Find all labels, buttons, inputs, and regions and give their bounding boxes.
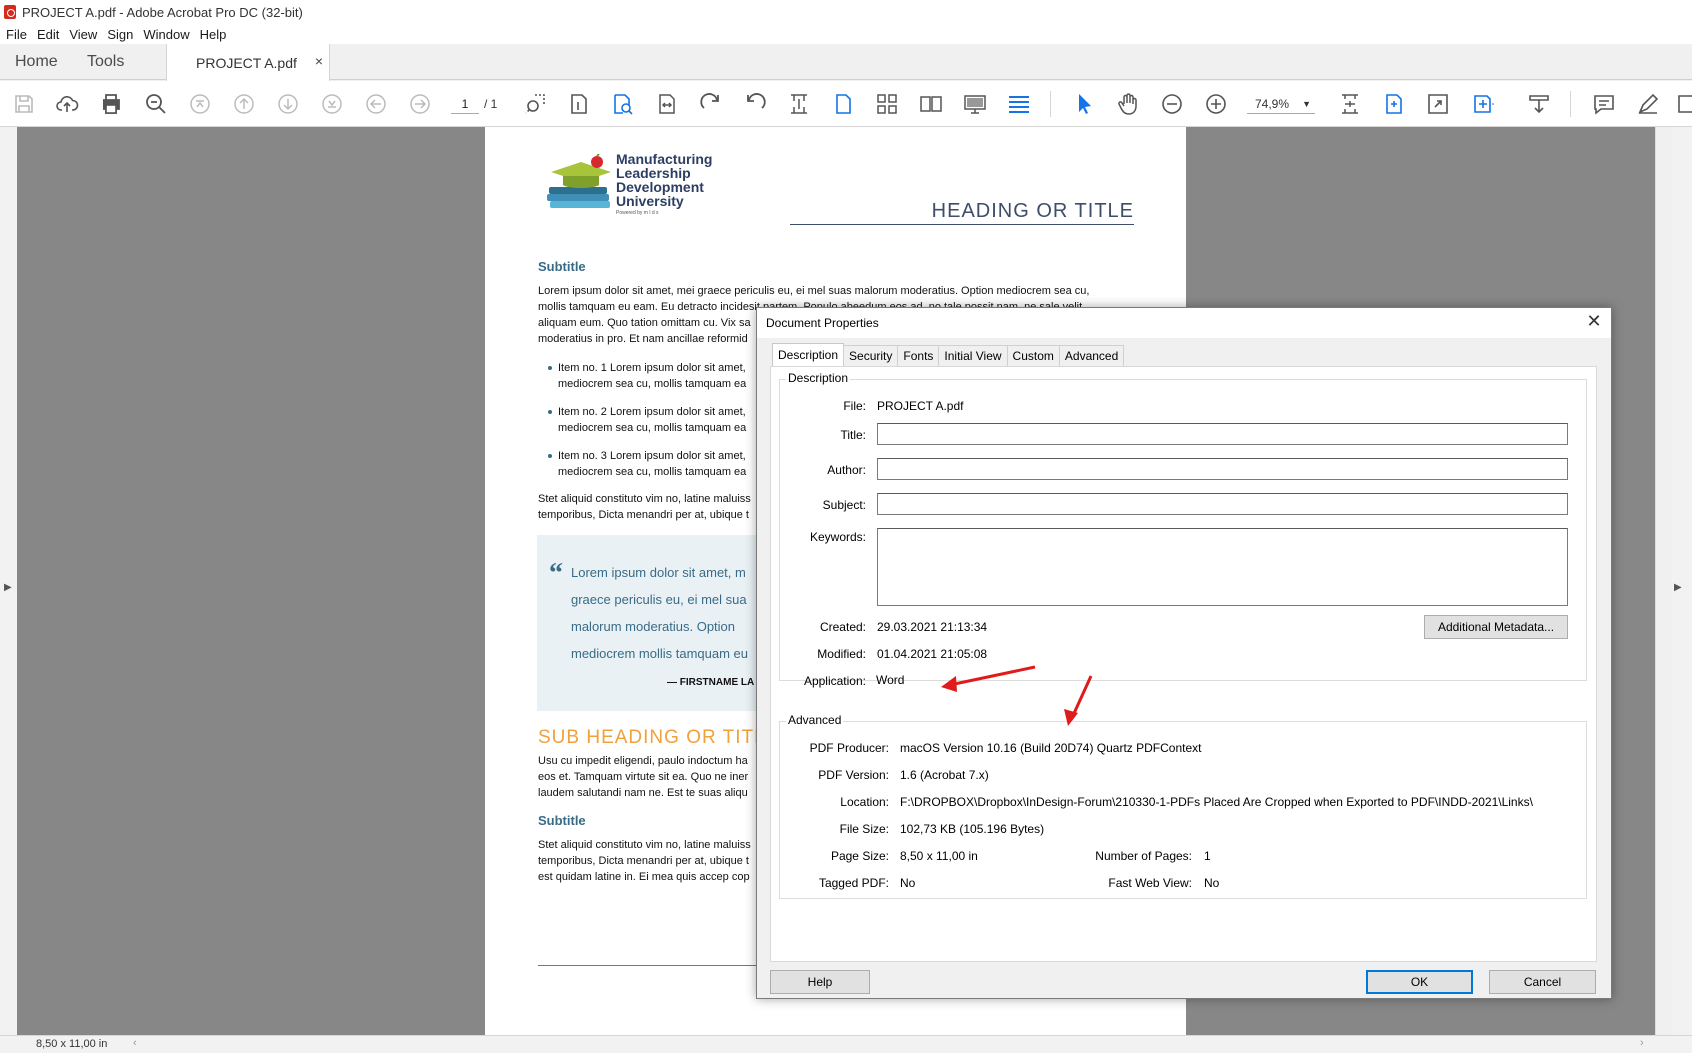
tab-document[interactable]: PROJECT A.pdf × <box>166 44 330 81</box>
reading-mode-icon[interactable] <box>1006 91 1032 117</box>
marquee-zoom-icon[interactable] <box>522 91 548 117</box>
expand-icon[interactable] <box>1425 91 1451 117</box>
two-page-view-icon[interactable] <box>918 91 944 117</box>
zoom-out-search-icon[interactable] <box>143 91 169 117</box>
pdf-bullet-item: Item no. 1 Lorem ipsum dolor sit amet, me… <box>547 362 747 390</box>
pdf-heading: HEADING OR TITLE <box>931 200 1134 222</box>
previous-page-icon[interactable] <box>231 91 257 117</box>
menu-window[interactable]: Window <box>138 27 194 42</box>
tab-tools[interactable]: Tools <box>87 44 124 80</box>
highlight-pen-icon[interactable] <box>1635 91 1661 117</box>
rotate-clockwise-icon[interactable] <box>698 91 724 117</box>
tab-home[interactable]: Home <box>15 44 58 80</box>
menu-file[interactable]: File <box>0 27 32 42</box>
menu-edit[interactable]: Edit <box>32 27 64 42</box>
main-toolbar: 1 / 1 74,9% ▼ <box>0 81 1692 127</box>
more-tools-icon[interactable] <box>1674 91 1692 117</box>
logo-wordmark: Manufacturing Leadership Development Uni… <box>616 151 713 209</box>
page-total: / 1 <box>484 97 498 111</box>
right-panel-collapsed[interactable] <box>1672 127 1692 1035</box>
chevron-down-icon: ▼ <box>1302 99 1311 109</box>
window-title: PROJECT A.pdf - Adobe Acrobat Pro DC (32… <box>22 4 303 20</box>
pdf-subheading: SUB HEADING OR TITL <box>538 727 766 748</box>
red-arrow-producer-icon <box>1064 675 1093 726</box>
tab-strip: Home Tools PROJECT A.pdf × <box>0 44 1692 81</box>
pdf-subtitle: Subtitle <box>538 259 586 274</box>
expand-right-panel-icon[interactable]: ▶ <box>1674 582 1682 593</box>
comment-icon[interactable] <box>1591 91 1617 117</box>
first-page-icon[interactable] <box>187 91 213 117</box>
find-document-icon[interactable] <box>610 91 636 117</box>
page-number-input[interactable]: 1 <box>451 94 479 114</box>
menu-help[interactable]: Help <box>195 27 232 42</box>
full-screen-icon[interactable] <box>962 91 988 117</box>
fit-page-icon[interactable] <box>1337 91 1363 117</box>
zoom-in-icon[interactable] <box>1203 91 1229 117</box>
download-tray-icon[interactable] <box>1526 91 1552 117</box>
last-page-icon[interactable] <box>319 91 345 117</box>
logo-powered-by: Powered by m l d s <box>616 210 659 216</box>
print-icon[interactable] <box>98 91 124 117</box>
quote-attribution: — FIRSTNAME LA <box>667 677 755 688</box>
red-arrow-application-icon <box>941 665 1036 692</box>
expand-left-panel-icon[interactable]: ▶ <box>4 582 12 593</box>
document-tab-label: PROJECT A.pdf <box>196 54 297 71</box>
scroll-right-icon[interactable]: › <box>1640 1037 1644 1049</box>
rotate-counterclockwise-icon[interactable] <box>742 91 768 117</box>
next-view-icon[interactable] <box>407 91 433 117</box>
page-number-icon[interactable] <box>566 91 592 117</box>
status-bar: 8,50 x 11,00 in ‹ › <box>0 1035 1692 1053</box>
single-page-icon[interactable] <box>830 91 856 117</box>
annotation-arrows <box>941 665 1093 726</box>
pdf-bullet-item: Item no. 2 Lorem ipsum dolor sit amet, me… <box>547 406 747 434</box>
heading-underline <box>790 224 1134 225</box>
menu-view[interactable]: View <box>64 27 102 42</box>
menu-sign[interactable]: Sign <box>102 27 138 42</box>
status-page-size: 8,50 x 11,00 in <box>36 1038 108 1050</box>
document-properties-dialog: Document Properties ✕ Description Securi… <box>756 307 1612 999</box>
fit-width-page-icon[interactable] <box>654 91 680 117</box>
fit-height-icon[interactable] <box>786 91 812 117</box>
fit-visible-icon[interactable] <box>1381 91 1407 117</box>
page-display-icon[interactable] <box>1470 91 1496 117</box>
quote-mark-icon: “ <box>549 558 563 589</box>
zoom-out-icon[interactable] <box>1159 91 1185 117</box>
previous-view-icon[interactable] <box>363 91 389 117</box>
window-titlebar: PROJECT A.pdf - Adobe Acrobat Pro DC (32… <box>0 0 1692 24</box>
close-tab-icon[interactable]: × <box>315 53 323 69</box>
pdf-bullet-item: Item no. 3 Lorem ipsum dolor sit amet, me… <box>547 450 747 478</box>
next-page-icon[interactable] <box>275 91 301 117</box>
hand-tool-icon[interactable] <box>1115 91 1141 117</box>
pdf-subtitle: Subtitle <box>538 813 586 828</box>
upload-cloud-icon[interactable] <box>54 91 80 117</box>
left-panel-collapsed[interactable] <box>0 127 17 1035</box>
menu-bar: File Edit View Sign Window Help <box>0 24 1692 44</box>
zoom-level-value: 74,9% <box>1255 97 1290 111</box>
scroll-left-icon[interactable]: ‹ <box>133 1037 137 1049</box>
zoom-level-select[interactable]: 74,9% ▼ <box>1247 94 1315 114</box>
graduation-cap-logo-icon <box>545 153 615 215</box>
ok-button[interactable]: OK <box>1366 970 1473 994</box>
toolbar-separator <box>1570 91 1571 117</box>
select-tool-icon[interactable] <box>1071 91 1097 117</box>
help-button[interactable]: Help <box>770 970 870 994</box>
scroll-pages-icon[interactable] <box>874 91 900 117</box>
vertical-scrollbar[interactable] <box>1655 127 1672 1035</box>
quote-text: Lorem ipsum dolor sit amet, m graece per… <box>571 565 749 661</box>
toolbar-separator <box>1050 91 1051 117</box>
acrobat-app-icon <box>4 5 16 19</box>
save-icon[interactable] <box>11 91 37 117</box>
cancel-button[interactable]: Cancel <box>1489 970 1596 994</box>
